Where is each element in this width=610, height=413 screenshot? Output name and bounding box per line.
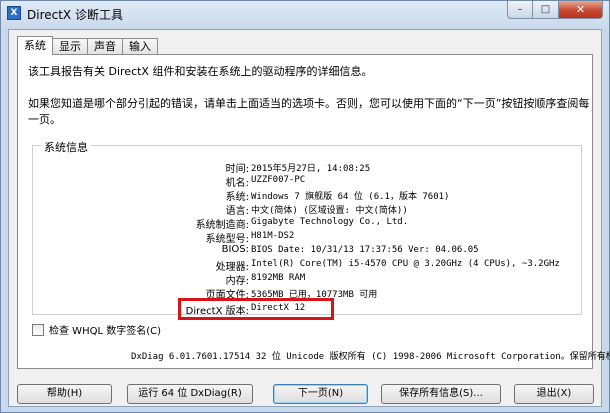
exit-button[interactable]: 退出(X) <box>514 384 594 404</box>
save-all-info-button[interactable]: 保存所有信息(S)... <box>381 384 501 404</box>
close-button[interactable]: ✕ <box>559 1 603 19</box>
copyright-text: DxDiag 6.01.7601.17514 32 位 Unicode 版权所有… <box>131 352 610 362</box>
info-row-bios: BIOS: BIOS Date: 10/31/13 17:37:56 Ver: … <box>33 244 583 258</box>
info-label: BIOS: <box>221 244 249 255</box>
info-value: BIOS Date: 10/31/13 17:37:56 Ver: 04.06.… <box>251 245 479 255</box>
info-label: 系统型号: <box>205 234 249 245</box>
info-row-os: 系统: Windows 7 旗舰版 64 位 (6.1，版本 7601) <box>33 188 583 203</box>
maximize-button[interactable]: □ <box>533 1 559 19</box>
directx-window: X DirectX 诊断工具 – □ ✕ 系统 显示 声音 输入 该工具报告有关… <box>0 0 610 413</box>
info-label: 系统: <box>225 192 249 203</box>
system-info-group-label: 系统信息 <box>41 139 91 155</box>
directx-version-highlight <box>178 298 334 320</box>
info-value: UZZF007-PC <box>251 175 306 185</box>
tab-strip: 系统 显示 声音 输入 <box>17 36 158 55</box>
info-row-memory: 内存: 8192MB RAM <box>33 272 583 287</box>
info-label: 机名: <box>225 178 249 189</box>
info-row-processor: 处理器: Intel(R) Core(TM) i5-4570 CPU @ 3.2… <box>33 258 583 273</box>
window-title: DirectX 诊断工具 <box>27 8 123 22</box>
info-label: 语言: <box>225 206 249 217</box>
info-value: Intel(R) Core(TM) i5-4570 CPU @ 3.20GHz … <box>251 259 560 269</box>
whql-checkbox-row[interactable]: 检查 WHQL 数字签名(C) <box>32 322 161 337</box>
whql-checkbox[interactable] <box>32 323 44 336</box>
info-label: 内存: <box>225 276 249 287</box>
intro-text-2: 如果您知道是哪个部分引起的错误，请单击上面适当的选项卡。否则，您可以使用下面的“… <box>28 97 590 126</box>
client-area: 系统 显示 声音 输入 该工具报告有关 DirectX 组件和安装在系统上的驱动… <box>8 29 610 407</box>
intro-text-1: 该工具报告有关 DirectX 组件和安装在系统上的驱动程序的详细信息。 <box>28 65 373 78</box>
info-row-machine-name: 机名: UZZF007-PC <box>33 174 583 189</box>
info-label: 处理器: <box>215 262 249 273</box>
info-value: 2015年5月27日, 14:08:25 <box>251 164 371 174</box>
info-label: 系统制造商: <box>195 220 249 231</box>
system-info-group: 系统信息 时间: 2015年5月27日, 14:08:25 机名: UZZF00… <box>32 139 583 320</box>
title-bar[interactable]: X DirectX 诊断工具 – □ ✕ <box>1 1 609 25</box>
minimize-button[interactable]: – <box>507 1 533 19</box>
info-value: 中文(简体) (区域设置: 中文(简体)) <box>251 206 408 216</box>
info-value: Gigabyte Technology Co., Ltd. <box>251 217 409 227</box>
tab-input[interactable]: 输入 <box>122 38 158 54</box>
help-button[interactable]: 帮助(H) <box>17 384 112 404</box>
tab-sound[interactable]: 声音 <box>87 38 123 54</box>
info-row-language: 语言: 中文(简体) (区域设置: 中文(简体)) <box>33 202 583 217</box>
info-value: 8192MB RAM <box>251 273 306 283</box>
info-row-time: 时间: 2015年5月27日, 14:08:25 <box>33 160 583 175</box>
directx-app-icon: X <box>7 6 21 20</box>
tab-display[interactable]: 显示 <box>52 38 88 54</box>
info-label: 时间: <box>225 164 249 175</box>
tab-system[interactable]: 系统 <box>17 36 53 55</box>
system-tab-panel: 该工具报告有关 DirectX 组件和安装在系统上的驱动程序的详细信息。 如果您… <box>17 54 610 369</box>
info-value: H81M-DS2 <box>251 231 295 241</box>
info-row-model: 系统型号: H81M-DS2 <box>33 230 583 245</box>
window-controls: – □ ✕ <box>507 1 603 19</box>
info-row-manufacturer: 系统制造商: Gigabyte Technology Co., Ltd. <box>33 216 583 231</box>
info-value: Windows 7 旗舰版 64 位 (6.1，版本 7601) <box>251 192 450 202</box>
next-page-button[interactable]: 下一页(N) <box>273 384 368 404</box>
run-64bit-dxdiag-button[interactable]: 运行 64 位 DxDiag(R) <box>127 384 253 404</box>
whql-checkbox-label: 检查 WHQL 数字签名(C) <box>49 326 161 337</box>
